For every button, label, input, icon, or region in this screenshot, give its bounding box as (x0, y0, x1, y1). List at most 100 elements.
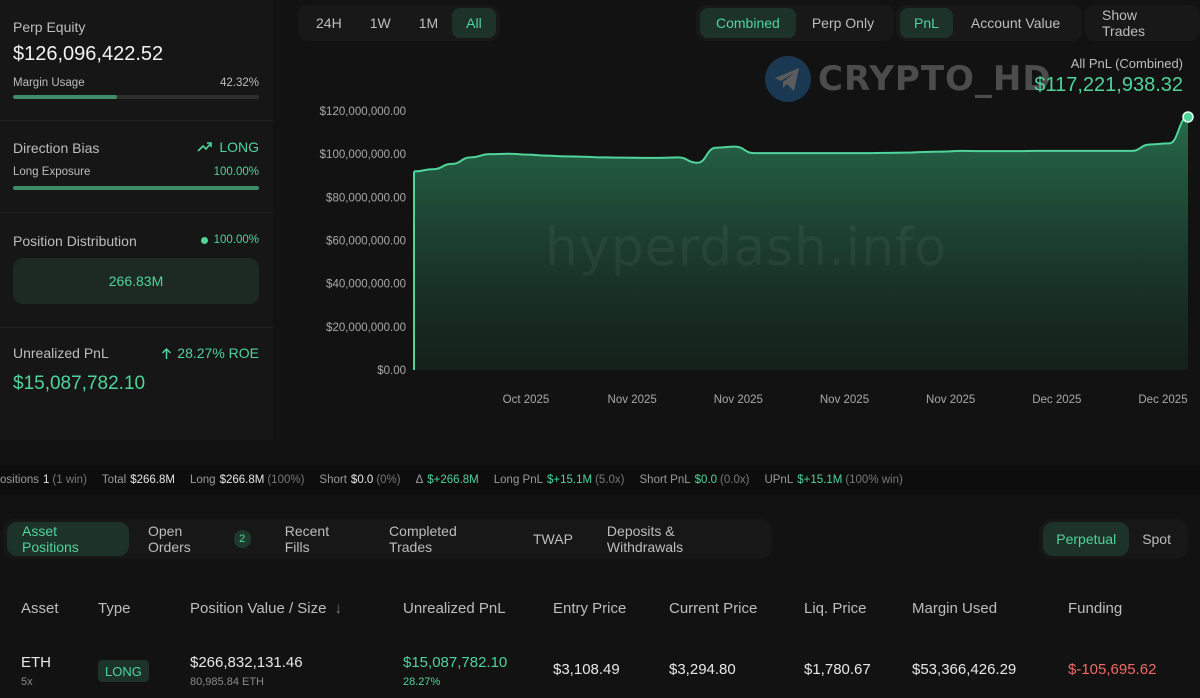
stat-item: Total $266.8M (102, 474, 175, 486)
stat-note: (0.0x) (720, 474, 750, 486)
position-distribution-indicator: 100.00% (200, 234, 259, 246)
col-liq-price[interactable]: Liq. Price (804, 600, 867, 617)
position-distribution-label: Position Distribution (13, 233, 137, 249)
metric-account-value-button[interactable]: Account Value (953, 8, 1078, 38)
position-stats-strip: ositions 1 (1 win) Total $266.8M Long $266.8M(… (0, 465, 1200, 495)
row-funding: $-105,695.62 (1068, 661, 1157, 678)
stat-item: Long PnL $+15.1M (5.0x) (494, 474, 625, 486)
time-range-selector: 24H 1W 1M All (298, 5, 500, 41)
stat-item: UPnL $+15.1M (100% win) (764, 474, 902, 486)
positions-tabs: Asset Positions Open Orders 2 Recent Fill… (3, 519, 772, 559)
row-liq-price: $1,780.67 (804, 661, 871, 678)
market-perpetual-button[interactable]: Perpetual (1043, 522, 1130, 556)
long-exposure-value: 100.00% (213, 166, 259, 178)
x-tick-label: Nov 2025 (608, 394, 657, 406)
tab-deposits-withdrawals[interactable]: Deposits & Withdrawals (592, 522, 764, 556)
stat-value: $266.8M (219, 474, 265, 486)
mode-combined-button[interactable]: Combined (700, 8, 796, 38)
market-type-selector: Perpetual Spot (1039, 519, 1188, 559)
tab-completed-trades[interactable]: Completed Trades (374, 522, 514, 556)
stat-label: Long (189, 474, 216, 486)
all-pnl-value: $117,221,938.32 (1034, 74, 1183, 96)
col-unrealized-pnl[interactable]: Unrealized PnL (403, 600, 506, 617)
y-tick-label: $0.00 (377, 365, 406, 377)
perp-equity-value: $126,096,422.52 (13, 43, 164, 65)
trending-up-icon (197, 142, 213, 152)
unrealized-pnl-label: Unrealized PnL (13, 345, 109, 361)
stat-label: Total (101, 474, 127, 486)
stat-note: (100%) (267, 474, 305, 486)
row-position-size: 80,985.84 ETH (190, 676, 264, 688)
divider (0, 327, 273, 328)
x-tick-label: Dec 2025 (1138, 394, 1187, 406)
stat-value: $+15.1M (547, 474, 593, 486)
row-current-price: $3,294.80 (669, 661, 736, 678)
tab-open-orders-label: Open Orders (147, 523, 191, 555)
stat-label: Short PnL (639, 474, 691, 486)
row-asset[interactable]: ETH (21, 654, 51, 671)
tab-recent-fills[interactable]: Recent Fills (270, 522, 370, 556)
stat-note: (100% win) (845, 474, 903, 486)
mode-selector: Combined Perp Only (696, 5, 895, 41)
row-position-value: $266,832,131.46 (190, 654, 303, 671)
row-type-badge: LONG (98, 660, 149, 682)
position-distribution-box[interactable]: 266.83M (13, 258, 259, 304)
x-tick-label: Nov 2025 (926, 394, 975, 406)
direction-bias-value: LONG (219, 139, 259, 155)
range-1w[interactable]: 1W (356, 8, 405, 38)
col-asset[interactable]: Asset (21, 600, 59, 617)
stat-value: $+266.8M (427, 474, 479, 486)
range-1m[interactable]: 1M (405, 8, 452, 38)
col-funding[interactable]: Funding (1068, 600, 1122, 617)
x-tick-label: Nov 2025 (820, 394, 869, 406)
tab-open-orders[interactable]: Open Orders 2 (133, 522, 266, 556)
show-trades-button[interactable]: Show Trades (1085, 5, 1200, 41)
stat-note: (0%) (376, 474, 401, 486)
stat-label: ositions (0, 474, 39, 486)
stat-item: Long $266.8M (100%) (190, 474, 304, 486)
y-tick-label: $100,000,000.00 (320, 149, 406, 161)
stat-note: (1 win) (52, 474, 87, 486)
dot-icon (200, 236, 208, 244)
all-pnl-label: All PnL (Combined) (1070, 56, 1183, 71)
perp-equity-label: Perp Equity (13, 19, 86, 35)
stat-item: Δ $+266.8M (416, 474, 479, 486)
stat-item: Short $0.0 (0%) (319, 474, 400, 486)
y-tick-label: $60,000,000.00 (326, 236, 406, 248)
market-spot-button[interactable]: Spot (1129, 522, 1184, 556)
roe-value: 28.27% ROE (177, 345, 259, 361)
y-tick-label: $120,000,000.00 (320, 106, 406, 118)
row-entry-price: $3,108.49 (553, 661, 620, 678)
roe-indicator: 28.27% ROE (161, 345, 259, 361)
stat-value: 1 (43, 474, 50, 486)
range-all[interactable]: All (452, 8, 496, 38)
mode-perp-only-button[interactable]: Perp Only (796, 8, 890, 38)
tab-twap[interactable]: TWAP (518, 522, 588, 556)
tab-asset-positions[interactable]: Asset Positions (7, 522, 129, 556)
y-tick-label: $80,000,000.00 (326, 192, 406, 204)
metric-pnl-button[interactable]: PnL (900, 8, 953, 38)
long-exposure-bar-fill (13, 186, 259, 190)
col-entry-price[interactable]: Entry Price (553, 600, 626, 617)
col-type[interactable]: Type (98, 600, 131, 617)
y-tick-label: $40,000,000.00 (326, 279, 406, 291)
direction-bias-indicator: LONG (197, 139, 259, 155)
range-24h[interactable]: 24H (302, 8, 356, 38)
metric-selector: PnL Account Value (896, 5, 1083, 41)
stat-label: UPnL (764, 474, 794, 486)
divider (0, 120, 273, 121)
col-current-price[interactable]: Current Price (669, 600, 757, 617)
x-tick-label: Nov 2025 (714, 394, 763, 406)
stat-item: Short PnL $0.0 (0.0x) (640, 474, 750, 486)
stat-label: Long PnL (493, 474, 544, 486)
col-position-value-label: Position Value / Size (190, 600, 327, 617)
margin-usage-value: 42.32% (219, 77, 259, 89)
current-value-point[interactable] (1182, 111, 1194, 123)
x-tick-label: Oct 2025 (503, 394, 550, 406)
row-unrealized-pnl: $15,087,782.10 (403, 654, 508, 671)
arrow-up-icon (162, 347, 172, 359)
col-margin-used[interactable]: Margin Used (912, 600, 997, 617)
divider (0, 212, 273, 213)
col-position-value[interactable]: Position Value / Size ↓ (190, 600, 342, 617)
account-summary-panel: Perp Equity $126,096,422.52 Margin Usage… (0, 0, 273, 440)
